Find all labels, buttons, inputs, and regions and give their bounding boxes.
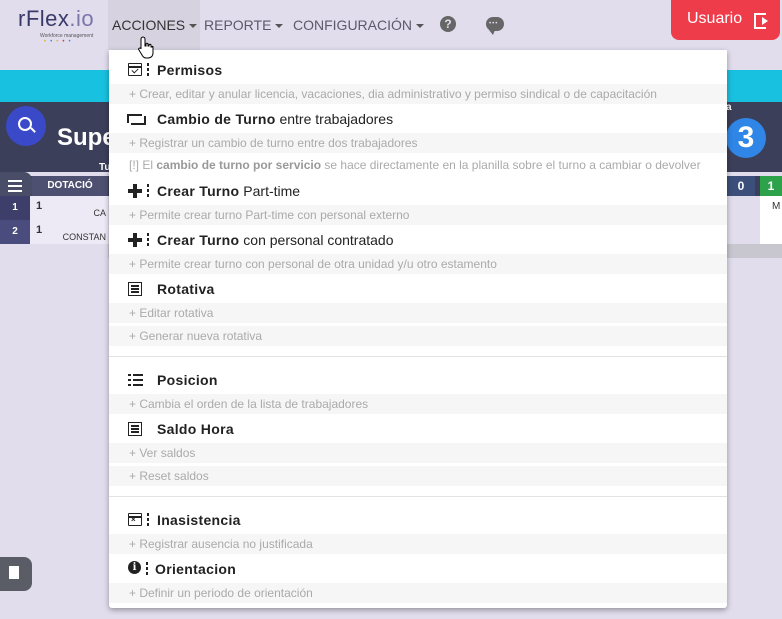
cambio-turno-note: [!] El cambio de turno por servicio se h… [109, 154, 727, 176]
posicion-title: Posicion [157, 372, 218, 388]
night-count-tile: 0 [727, 176, 755, 196]
note-prefix: [!] El [129, 158, 157, 172]
saldo-hora-title: Saldo Hora [157, 421, 234, 437]
nav-acciones[interactable]: ACCIONES [108, 0, 200, 50]
rflex-logo[interactable]: rFlex.io Workforce management ••••• [18, 6, 98, 45]
vertical-dots-icon [147, 513, 149, 527]
crear-part-time-desc[interactable]: + Permite crear turno Part-time con pers… [109, 205, 727, 225]
rotativa-generar[interactable]: + Generar nueva rotativa [109, 326, 727, 346]
plus-icon [128, 233, 142, 247]
acciones-dropdown: Permisos + Crear, editar y anular licenc… [109, 50, 727, 608]
row-count: 1 [36, 224, 43, 236]
permisos-title: Permisos [157, 62, 223, 78]
crear-part-time-title: Crear Turno [157, 183, 240, 199]
search-button[interactable] [6, 106, 46, 146]
vertical-dots-icon [147, 233, 149, 247]
list-icon [128, 282, 142, 296]
document-button[interactable] [0, 557, 32, 591]
inasistencia-desc[interactable]: + Registrar ausencia no justificada [109, 534, 727, 554]
row-text: CONSTAN [62, 232, 106, 242]
info-icon: i [128, 561, 141, 574]
user-button-label: Usuario [687, 10, 743, 27]
note-bold: cambio de turno por servicio [156, 158, 322, 172]
menu-item-posicion[interactable]: Posicion [109, 368, 727, 392]
row-number: 2 [0, 220, 30, 244]
count-circle: 3 [726, 118, 766, 158]
menu-item-crear-part-time[interactable]: Crear Turno Part-time [109, 179, 727, 203]
crear-contratado-title: Crear Turno [157, 232, 240, 248]
help-icon[interactable]: ? [440, 16, 456, 32]
cambio-turno-title: Cambio de Turno [157, 111, 276, 127]
saldo-reset[interactable]: + Reset saldos [109, 466, 727, 486]
inasistencia-title: Inasistencia [157, 512, 241, 528]
rotativa-editar[interactable]: + Editar rotativa [109, 303, 727, 323]
row-text: CA [93, 208, 106, 218]
logout-icon [754, 13, 768, 29]
row-count: 1 [36, 200, 43, 212]
nav-configuracion-label: CONFIGURACIÓN [293, 17, 412, 33]
user-button[interactable]: Usuario [671, 0, 780, 40]
ordered-list-icon [128, 373, 143, 386]
rotativa-title: Rotativa [157, 281, 215, 297]
row-number: 1 [0, 196, 30, 220]
caret-down-icon [189, 24, 198, 29]
cambio-turno-title-rest: entre trabajadores [275, 111, 394, 127]
note-rest: se hace directamente en la planilla sobr… [321, 158, 701, 172]
logo-dots: ••••• [44, 39, 75, 45]
cambio-turno-desc[interactable]: + Registrar un cambio de turno entre dos… [109, 133, 727, 153]
calendar-check-icon [128, 63, 142, 76]
calendar-x-icon: × [128, 513, 142, 526]
chat-icon[interactable]: ••• [486, 17, 504, 35]
orientacion-title: Orientacion [155, 561, 237, 577]
logo-main: rFlex [18, 6, 70, 31]
menu-item-saldo-hora[interactable]: Saldo Hora [109, 417, 727, 441]
vertical-dots-icon [147, 63, 149, 77]
crear-contratado-desc[interactable]: + Permite crear turno con personal de ot… [109, 254, 727, 274]
menu-divider [109, 356, 727, 357]
plus-icon [128, 184, 142, 198]
menu-item-rotativa[interactable]: Rotativa [109, 277, 727, 301]
caret-down-icon [416, 24, 424, 29]
nav-acciones-label: ACCIONES [112, 17, 186, 33]
document-icon [9, 566, 19, 579]
list-icon [128, 422, 142, 436]
crear-part-time-rest: Part-time [239, 183, 301, 199]
menu-item-inasistencia[interactable]: × Inasistencia [109, 508, 727, 532]
menu-item-crear-contratado[interactable]: Crear Turno con personal contratado [109, 228, 727, 252]
table-row[interactable]: 1 CONSTAN [30, 220, 108, 244]
vertical-dots-icon [146, 562, 148, 576]
menu-item-orientacion[interactable]: i Orientacion [109, 557, 727, 581]
hand-cursor-icon [138, 36, 154, 59]
posicion-desc[interactable]: + Cambia el orden de la lista de trabaja… [109, 394, 727, 414]
day-count-tile: 1 [760, 176, 782, 196]
orientacion-desc[interactable]: + Definir un periodo de orientación [109, 583, 727, 603]
swap-icon [127, 111, 146, 125]
permisos-desc[interactable]: + Crear, editar y anular licencia, vacac… [109, 84, 727, 104]
nav-reporte[interactable]: REPORTE [204, 0, 284, 50]
nav-reporte-label: REPORTE [204, 17, 272, 33]
table-row[interactable]: 1 CA [30, 196, 108, 220]
caret-down-icon [275, 24, 284, 29]
logo-suffix: .io [69, 6, 95, 31]
crear-contratado-rest: con personal contratado [239, 232, 394, 248]
vertical-dots-icon [147, 184, 149, 198]
saldo-ver[interactable]: + Ver saldos [109, 443, 727, 463]
top-navbar: rFlex.io Workforce management ••••• ACCI… [0, 0, 782, 50]
menu-divider [109, 496, 727, 497]
dotacion-header: DOTACIÓ [32, 176, 108, 196]
shift-cell[interactable]: M [760, 196, 782, 244]
nav-configuracion[interactable]: CONFIGURACIÓN [293, 0, 424, 50]
page-title: Supe [57, 124, 116, 151]
menu-item-permisos[interactable]: Permisos [109, 58, 727, 82]
menu-item-cambio-turno[interactable]: Cambio de Turno entre trabajadores [109, 107, 727, 131]
